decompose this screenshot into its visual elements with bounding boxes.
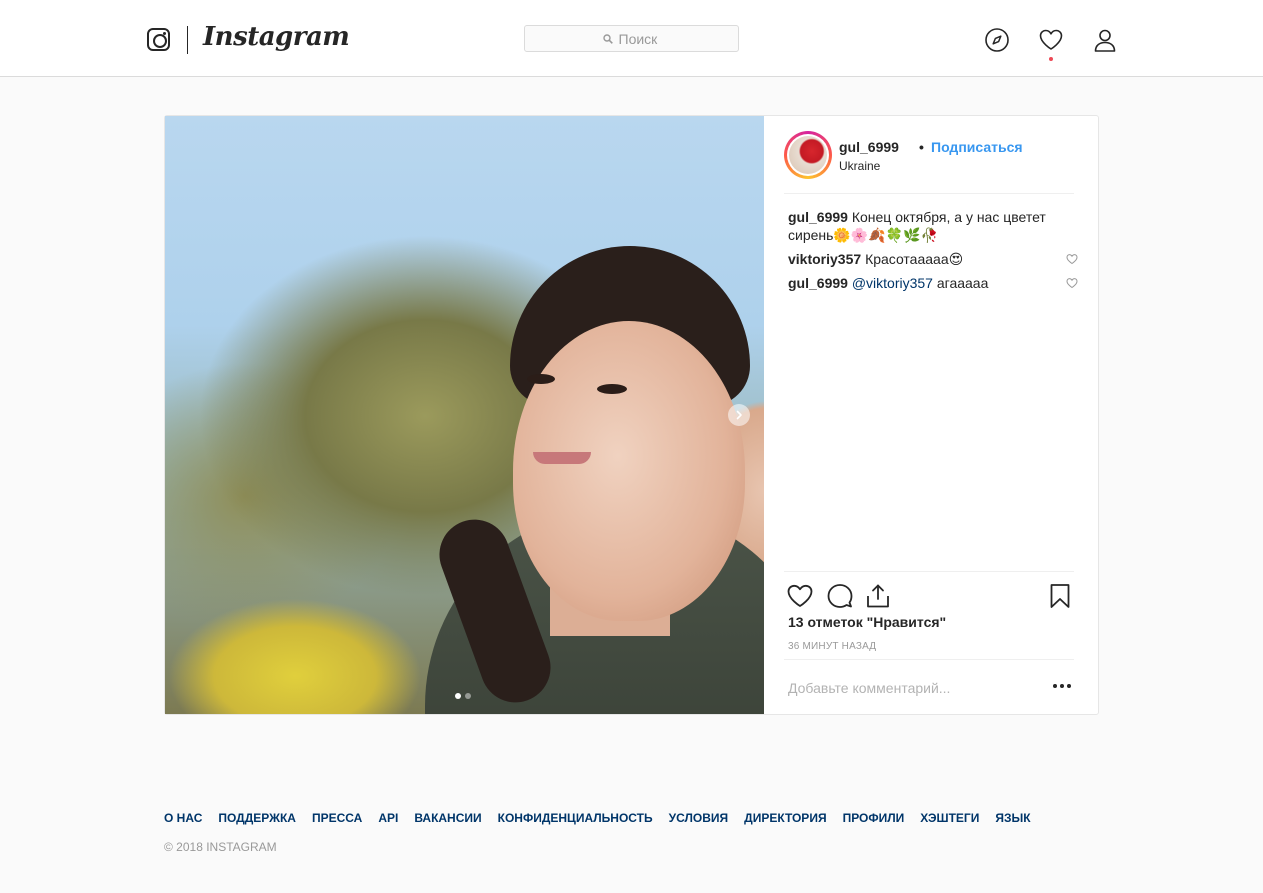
comment-username[interactable]: viktoriy357: [788, 251, 861, 267]
comment-icon[interactable]: [826, 582, 854, 610]
post-timestamp[interactable]: 36 минут назад: [788, 641, 876, 652]
footer-link-privacy[interactable]: Конфиденциальность: [498, 811, 653, 825]
more-options-icon[interactable]: [1050, 674, 1074, 698]
carousel-indicator: [455, 693, 471, 699]
author-username[interactable]: gul_6999: [839, 139, 899, 155]
comment-username[interactable]: gul_6999: [788, 275, 848, 291]
follow-button[interactable]: Подписаться: [931, 139, 1023, 155]
photo-eye-left: [527, 374, 555, 384]
comment-mention[interactable]: @viktoriy357: [852, 275, 933, 291]
search-input[interactable]: [618, 30, 661, 47]
post-photo[interactable]: [165, 116, 764, 714]
post-sidebar: gul_6999 • Подписаться Ukraine gul_6999 …: [764, 116, 1098, 714]
carousel-dot: [455, 693, 461, 699]
share-icon[interactable]: [864, 582, 892, 610]
comment-item: viktoriy357 Красотааааа😍: [788, 250, 1078, 268]
avatar-photo: [789, 136, 827, 174]
comment-like-icon[interactable]: [1066, 277, 1078, 289]
footer-link-jobs[interactable]: Вакансии: [414, 811, 481, 825]
instagram-wordmark[interactable]: Instagram: [203, 22, 350, 52]
chevron-right-icon: [736, 410, 742, 420]
post-card: gul_6999 • Подписаться Ukraine gul_6999 …: [164, 115, 1099, 715]
comment-item: gul_6999 @viktoriy357 агааааа: [788, 274, 1078, 292]
post-location[interactable]: Ukraine: [839, 159, 880, 173]
heart-icon[interactable]: [1038, 27, 1064, 53]
footer-link-api[interactable]: API: [378, 811, 398, 825]
carousel-next-button[interactable]: [728, 404, 750, 426]
search-icon: [602, 33, 613, 44]
separator-bullet: •: [919, 139, 924, 155]
caption: gul_6999 Конец октября, а у нас цветет с…: [788, 208, 1078, 244]
copyright: © 2018 Instagram: [164, 840, 277, 854]
footer-link-profiles[interactable]: Профили: [843, 811, 905, 825]
carousel-dot: [465, 693, 471, 699]
comment-text: Красотааааа😍: [865, 251, 964, 267]
post-actions: [784, 571, 1074, 608]
top-navbar: Instagram: [0, 0, 1263, 77]
bookmark-icon[interactable]: [1046, 582, 1074, 610]
more-dot: [1067, 684, 1071, 688]
footer-link-terms[interactable]: Условия: [669, 811, 729, 825]
photo-eye-right: [597, 384, 627, 394]
footer-link-hashtags[interactable]: Хэштеги: [920, 811, 979, 825]
avatar[interactable]: [784, 131, 832, 179]
post-header: gul_6999 • Подписаться Ukraine: [784, 131, 1074, 194]
more-dot: [1060, 684, 1064, 688]
logo-divider: [187, 26, 188, 54]
likes-count[interactable]: 13 отметок "Нравится": [788, 614, 946, 630]
photo-face: [513, 321, 745, 621]
comment-like-icon[interactable]: [1066, 253, 1078, 265]
comment-username[interactable]: gul_6999: [788, 209, 848, 225]
footer-link-support[interactable]: Поддержка: [218, 811, 296, 825]
comment-input[interactable]: [788, 680, 1028, 696]
notification-dot: [1049, 57, 1053, 61]
comment-text: агааааа: [932, 275, 989, 291]
like-icon[interactable]: [786, 582, 814, 610]
footer-link-press[interactable]: Пресса: [312, 811, 362, 825]
footer-link-language[interactable]: Язык: [995, 811, 1030, 825]
add-comment-section: [784, 659, 1074, 714]
instagram-camera-icon[interactable]: [147, 28, 170, 51]
more-dot: [1053, 684, 1057, 688]
compass-icon[interactable]: [984, 27, 1010, 53]
footer-link-directory[interactable]: Директория: [744, 811, 826, 825]
search-box[interactable]: [524, 25, 739, 52]
comment-list: gul_6999 Конец октября, а у нас цветет с…: [788, 208, 1078, 298]
footer-nav: О нас Поддержка Пресса API Вакансии Конф…: [164, 811, 1031, 825]
photo-mouth: [533, 452, 591, 464]
footer-link-about[interactable]: О нас: [164, 811, 202, 825]
profile-icon[interactable]: [1092, 27, 1118, 53]
